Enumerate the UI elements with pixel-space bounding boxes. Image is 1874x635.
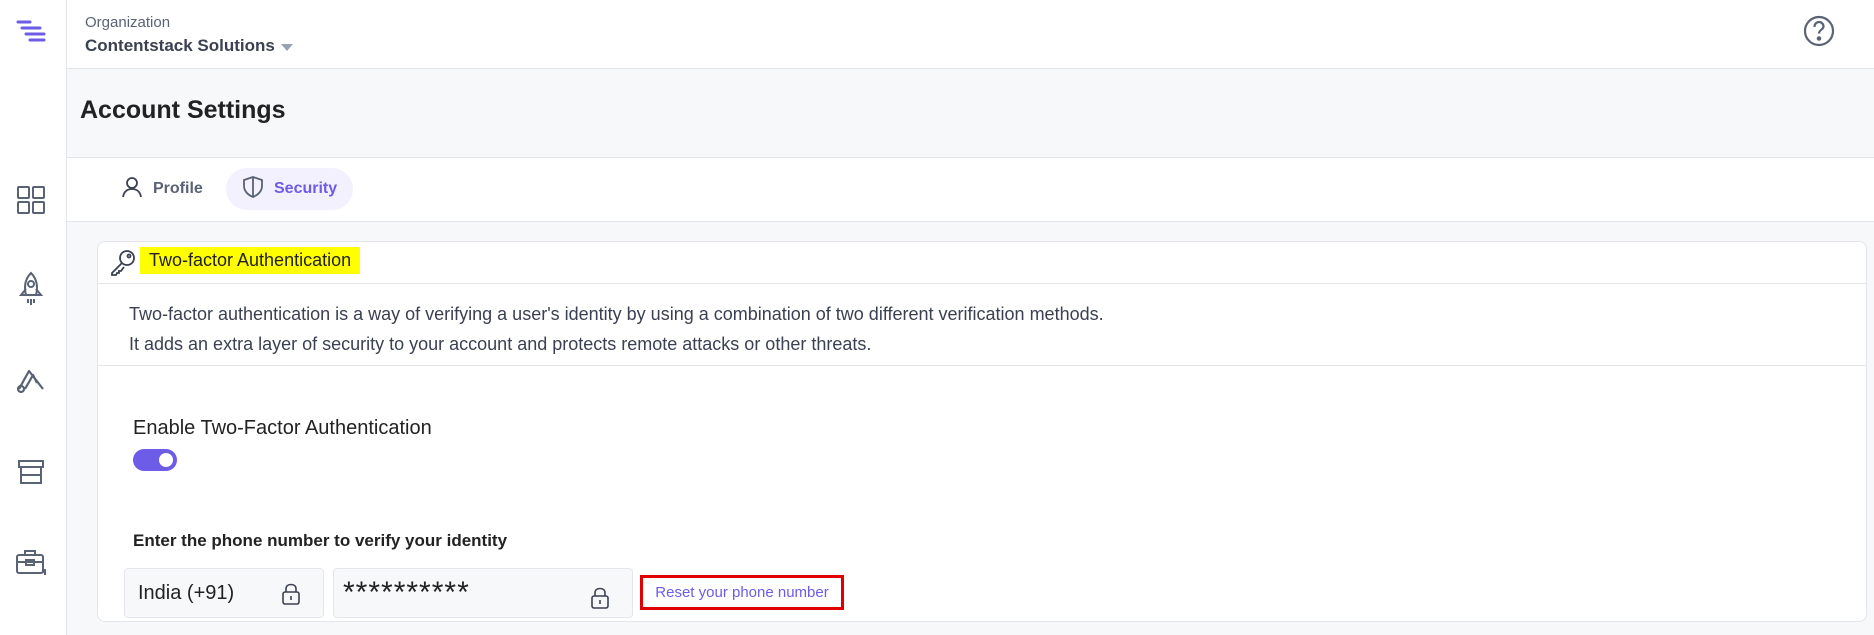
settings-tabs: Profile Security [67, 158, 1874, 222]
two-factor-description: Two-factor authentication is a way of ve… [98, 284, 1866, 366]
organization-name: Contentstack Solutions [85, 36, 275, 55]
description-line-2: It adds an extra layer of security to yo… [129, 334, 872, 354]
phone-number-value: ********** [343, 576, 470, 609]
two-factor-card: Two-factor Authentication Two-factor aut… [97, 241, 1867, 622]
dashboard-grid-icon[interactable] [14, 183, 48, 217]
main-content: Two-factor Authentication Two-factor aut… [67, 222, 1874, 635]
country-code-value: India (+91) [138, 581, 235, 604]
enable-2fa-toggle[interactable] [133, 449, 177, 471]
tab-security[interactable]: Security [226, 168, 354, 210]
contentstack-logo-icon[interactable] [14, 18, 48, 48]
automate-icon[interactable] [14, 363, 48, 397]
lock-icon [590, 583, 610, 609]
help-icon[interactable] [1802, 14, 1836, 48]
two-factor-title: Two-factor Authentication [140, 247, 361, 274]
left-sidebar [0, 0, 67, 635]
top-header: Organization Contentstack Solutions [67, 0, 1874, 69]
shield-icon [242, 175, 264, 203]
user-icon [121, 176, 143, 203]
enable-2fa-label: Enable Two-Factor Authentication [133, 417, 432, 439]
organization-label: Organization [85, 14, 171, 31]
caret-down-icon [280, 43, 293, 51]
page-header: Account Settings [67, 69, 1874, 158]
organization-selector[interactable]: Contentstack Solutions [85, 36, 293, 56]
toolbox-icon[interactable] [14, 545, 48, 579]
lock-icon [281, 583, 301, 605]
country-code-field[interactable]: India (+91) [124, 568, 324, 618]
phone-number-label: Enter the phone number to verify your id… [133, 531, 508, 550]
reset-phone-number-link[interactable]: Reset your phone number [640, 575, 844, 610]
page-title: Account Settings [80, 96, 286, 124]
phone-number-field[interactable]: ********** [333, 568, 633, 618]
marketplace-store-icon[interactable] [14, 455, 48, 489]
description-line-1: Two-factor authentication is a way of ve… [129, 304, 1104, 324]
toggle-knob [159, 453, 173, 467]
rocket-icon[interactable] [14, 271, 48, 306]
tab-profile-label: Profile [153, 180, 203, 197]
tab-profile[interactable]: Profile [105, 168, 219, 210]
card-header: Two-factor Authentication [98, 242, 1866, 284]
key-icon [109, 248, 137, 276]
tab-security-label: Security [274, 180, 338, 197]
